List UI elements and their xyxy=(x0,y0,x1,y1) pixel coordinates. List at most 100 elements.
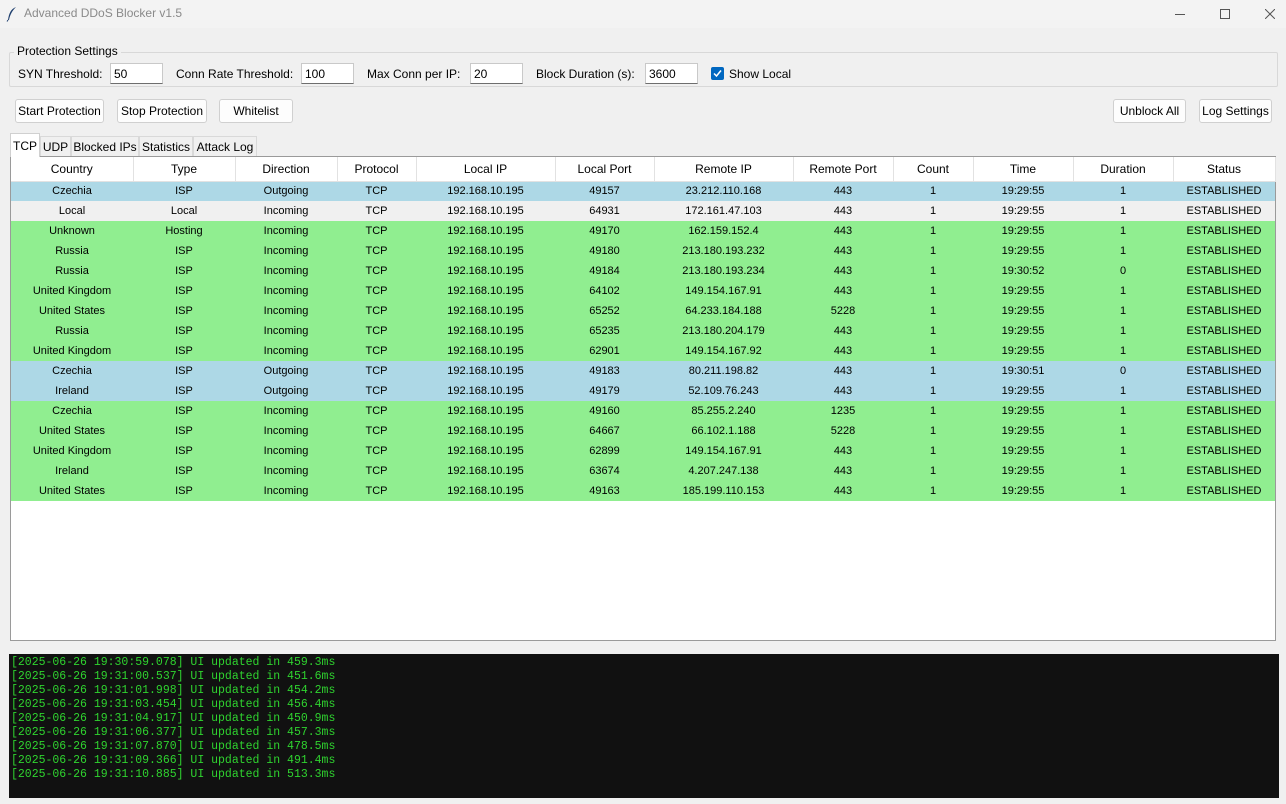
cell-local-ip: 192.168.10.195 xyxy=(416,401,555,421)
table-row[interactable]: Ireland ISP Incoming TCP 192.168.10.195 63674… xyxy=(11,461,1275,481)
table-row[interactable]: United States ISP Incoming TCP 192.168.10.19… xyxy=(11,421,1275,441)
column-header-time[interactable]: Time xyxy=(973,157,1074,182)
cell-local-port: 49163 xyxy=(555,481,654,501)
tab-attack-log[interactable]: Attack Log xyxy=(193,136,257,157)
table-row[interactable]: Russia ISP Incoming TCP 192.168.10.195 49184 2… xyxy=(11,261,1275,281)
column-header-duration[interactable]: Duration xyxy=(1073,157,1174,182)
table-row[interactable]: Russia ISP Incoming TCP 192.168.10.195 65235 2… xyxy=(11,321,1275,341)
cell-protocol: TCP xyxy=(337,461,416,481)
cell-remote-ip: 213.180.193.232 xyxy=(654,241,793,261)
cell-status: ESTABLISHED xyxy=(1173,301,1275,321)
cell-local-port: 49183 xyxy=(555,361,654,381)
table-row[interactable]: United Kingdom ISP Incoming TCP 192.168.10.1… xyxy=(11,441,1275,461)
column-header-count[interactable]: Count xyxy=(893,157,974,182)
connections-table[interactable]: Country Type Direction Protocol Local IP… xyxy=(10,156,1276,641)
cell-remote-ip: 213.180.193.234 xyxy=(654,261,793,281)
checkmark-icon xyxy=(713,70,722,78)
log-line: [2025-06-26 19:30:59.078] UI updated in … xyxy=(11,656,336,669)
cell-local-port: 49157 xyxy=(555,181,654,201)
column-header-protocol[interactable]: Protocol xyxy=(337,157,417,182)
cell-status: ESTABLISHED xyxy=(1173,361,1275,381)
cell-duration: 1 xyxy=(1073,201,1173,221)
cell-remote-port: 443 xyxy=(793,201,893,221)
table-row[interactable]: Czechia ISP Outgoing TCP 192.168.10.195 49157… xyxy=(11,181,1275,201)
tab-udp[interactable]: UDP xyxy=(40,136,71,157)
conn-rate-threshold-input[interactable] xyxy=(301,63,354,84)
table-row[interactable]: United Kingdom ISP Incoming TCP 192.168.10.1… xyxy=(11,281,1275,301)
table-row[interactable]: Ireland ISP Outgoing TCP 192.168.10.195 49179… xyxy=(11,381,1275,401)
cell-status: ESTABLISHED xyxy=(1173,461,1275,481)
cell-direction: Outgoing xyxy=(235,361,337,381)
cell-count: 1 xyxy=(893,401,973,421)
max-conn-per-ip-input[interactable] xyxy=(470,63,523,84)
tab-blocked-ips[interactable]: Blocked IPs xyxy=(71,136,139,157)
unblock-all-button[interactable]: Unblock All xyxy=(1113,99,1186,123)
cell-status: ESTABLISHED xyxy=(1173,481,1275,501)
cell-time: 19:29:55 xyxy=(973,281,1073,301)
table-row[interactable]: Unknown Hosting Incoming TCP 192.168.10.195 4… xyxy=(11,221,1275,241)
cell-local-ip: 192.168.10.195 xyxy=(416,181,555,201)
cell-remote-port: 443 xyxy=(793,181,893,201)
column-header-local-port[interactable]: Local Port xyxy=(555,157,655,182)
cell-duration: 1 xyxy=(1073,321,1173,341)
close-button[interactable] xyxy=(1247,0,1286,28)
cell-remote-ip: 149.154.167.91 xyxy=(654,441,793,461)
column-header-remote-port[interactable]: Remote Port xyxy=(793,157,894,182)
log-console[interactable]: [2025-06-26 19:30:59.078] UI updated in … xyxy=(9,654,1279,798)
cell-remote-port: 443 xyxy=(793,241,893,261)
minimize-icon xyxy=(1175,14,1185,15)
table-row[interactable]: Czechia ISP Outgoing TCP 192.168.10.195 49183… xyxy=(11,361,1275,381)
cell-duration: 1 xyxy=(1073,461,1173,481)
whitelist-button[interactable]: Whitelist xyxy=(219,99,293,123)
cell-type: Local xyxy=(133,201,235,221)
cell-status: ESTABLISHED xyxy=(1173,441,1275,461)
show-local-label[interactable]: Show Local xyxy=(729,67,791,81)
column-header-remote-ip[interactable]: Remote IP xyxy=(654,157,794,182)
column-header-direction[interactable]: Direction xyxy=(235,157,338,182)
block-duration-input[interactable] xyxy=(645,63,698,84)
cell-remote-port: 443 xyxy=(793,341,893,361)
cell-local-port: 65252 xyxy=(555,301,654,321)
column-header-status[interactable]: Status xyxy=(1173,157,1276,182)
log-line: [2025-06-26 19:31:00.537] UI updated in … xyxy=(11,670,336,683)
log-settings-button[interactable]: Log Settings xyxy=(1199,99,1272,123)
start-protection-button[interactable]: Start Protection xyxy=(15,99,104,123)
cell-direction: Incoming xyxy=(235,421,337,441)
cell-protocol: TCP xyxy=(337,241,416,261)
cell-protocol: TCP xyxy=(337,341,416,361)
cell-type: Hosting xyxy=(133,221,235,241)
column-header-type[interactable]: Type xyxy=(133,157,236,182)
tab-statistics[interactable]: Statistics xyxy=(139,136,193,157)
cell-local-ip: 192.168.10.195 xyxy=(416,321,555,341)
cell-local-port: 49170 xyxy=(555,221,654,241)
minimize-button[interactable] xyxy=(1157,0,1203,28)
cell-local-port: 49184 xyxy=(555,261,654,281)
cell-remote-port: 443 xyxy=(793,481,893,501)
cell-country: Ireland xyxy=(11,461,133,481)
table-row[interactable]: United States ISP Incoming TCP 192.168.10.19… xyxy=(11,301,1275,321)
title-bar: Advanced DDoS Blocker v1.5 xyxy=(0,0,1286,28)
column-header-local-ip[interactable]: Local IP xyxy=(416,157,556,182)
syn-threshold-input[interactable] xyxy=(110,63,163,84)
cell-remote-ip: 162.159.152.4 xyxy=(654,221,793,241)
cell-count: 1 xyxy=(893,321,973,341)
cell-direction: Incoming xyxy=(235,301,337,321)
cell-direction: Incoming xyxy=(235,241,337,261)
cell-type: ISP xyxy=(133,321,235,341)
cell-duration: 1 xyxy=(1073,481,1173,501)
show-local-checkbox[interactable] xyxy=(711,67,724,80)
table-row[interactable]: Russia ISP Incoming TCP 192.168.10.195 49180 2… xyxy=(11,241,1275,261)
stop-protection-button[interactable]: Stop Protection xyxy=(117,99,207,123)
cell-time: 19:29:55 xyxy=(973,241,1073,261)
column-header-country[interactable]: Country xyxy=(11,157,134,182)
table-row[interactable]: Local Local Incoming TCP 192.168.10.195 64931… xyxy=(11,201,1275,221)
maximize-icon xyxy=(1220,9,1230,19)
cell-direction: Incoming xyxy=(235,321,337,341)
table-row[interactable]: United Kingdom ISP Incoming TCP 192.168.10.1… xyxy=(11,341,1275,361)
cell-country: Russia xyxy=(11,321,133,341)
table-row[interactable]: Czechia ISP Incoming TCP 192.168.10.195 49160… xyxy=(11,401,1275,421)
cell-country: Czechia xyxy=(11,181,133,201)
maximize-button[interactable] xyxy=(1202,0,1248,28)
tab-tcp[interactable]: TCP xyxy=(10,133,40,157)
table-row[interactable]: United States ISP Incoming TCP 192.168.10.19… xyxy=(11,481,1275,501)
